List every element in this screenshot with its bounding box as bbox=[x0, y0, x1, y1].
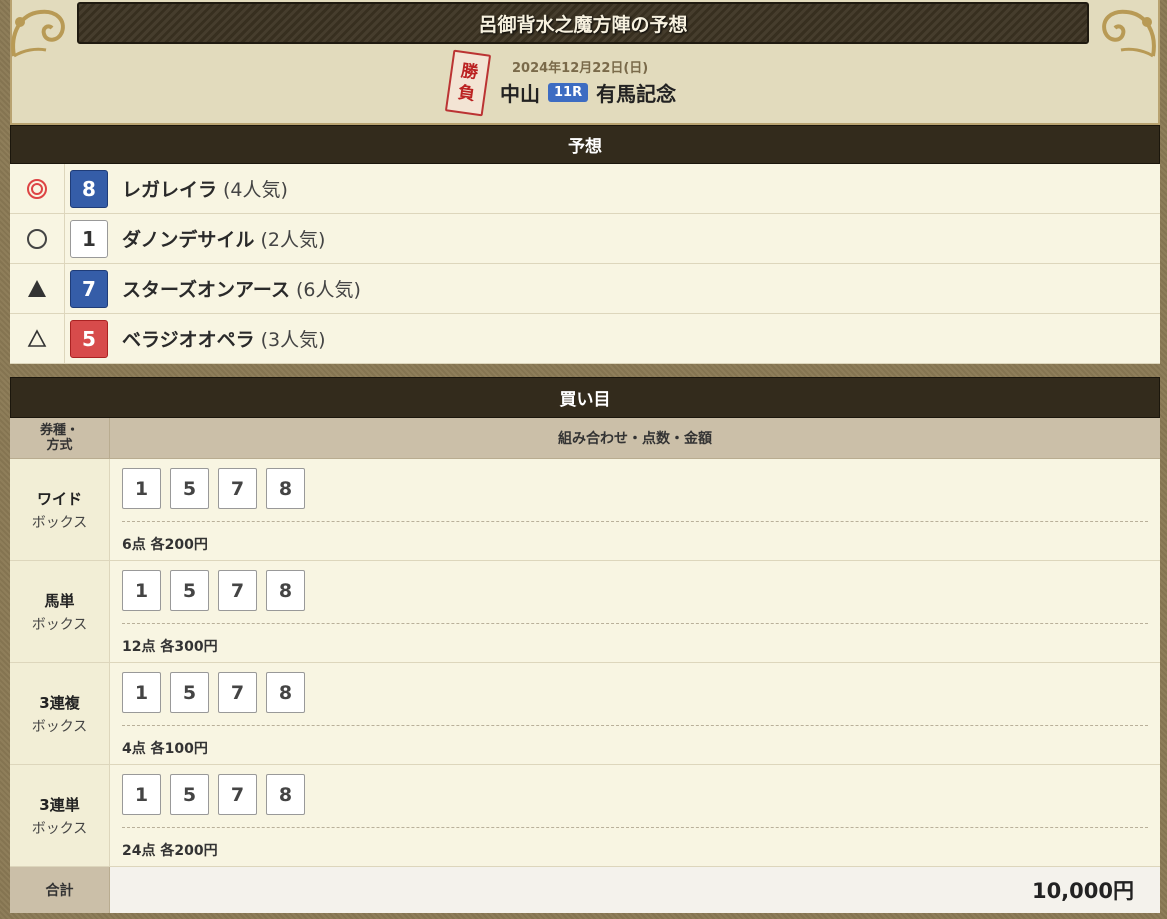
bet-method: ボックス bbox=[31, 820, 88, 837]
prediction-section-title: 予想 bbox=[568, 137, 602, 157]
bet-method: ボックス bbox=[31, 718, 88, 735]
divider bbox=[122, 725, 1148, 726]
bets-table-header: 券種・ 方式 組み合わせ・点数・金額 bbox=[10, 418, 1160, 459]
horse-name: ベラジオオペラ bbox=[122, 329, 255, 351]
horse-popularity: (6人気) bbox=[295, 279, 361, 301]
horse-name: ダノンデサイル bbox=[122, 229, 255, 251]
bet-amount: 6点 各200円 bbox=[122, 537, 208, 553]
bet-row: 3連単 ボックス 1 5 7 8 24点 各200円 bbox=[10, 765, 1160, 867]
bet-combination-cell: 1 5 7 8 4点 各100円 bbox=[110, 663, 1160, 764]
bet-type: 3連複 bbox=[39, 693, 80, 712]
combination-number: 7 bbox=[218, 672, 257, 713]
prediction-table: 8 レガレイラ (4人気) 1 ダノンデサイル (2人気) 7 スターズオンアー… bbox=[10, 164, 1160, 364]
combination-number: 1 bbox=[122, 774, 161, 815]
combination-number: 7 bbox=[218, 570, 257, 611]
stamp-char-2: 負 bbox=[456, 82, 477, 105]
corner-ornament-right-icon bbox=[1102, 9, 1156, 58]
double-circle-icon bbox=[27, 178, 47, 199]
combination-numbers: 1 5 7 8 bbox=[122, 468, 1148, 509]
prediction-row: 1 ダノンデサイル (2人気) bbox=[10, 214, 1160, 264]
bet-type-cell: 馬単 ボックス bbox=[10, 561, 110, 662]
circle-icon bbox=[27, 228, 47, 249]
combination-numbers: 1 5 7 8 bbox=[122, 672, 1148, 713]
bet-type-cell: 3連単 ボックス bbox=[10, 765, 110, 866]
bet-type: 馬単 bbox=[44, 591, 75, 610]
triangle-icon bbox=[27, 328, 47, 347]
bet-combination-cell: 1 5 7 8 12点 各300円 bbox=[110, 561, 1160, 662]
combination-column-header: 組み合わせ・点数・金額 bbox=[558, 431, 712, 447]
bet-type-column-header: 券種・ 方式 bbox=[10, 418, 110, 458]
bet-row: 馬単 ボックス 1 5 7 8 12点 各300円 bbox=[10, 561, 1160, 663]
race-line: 中山 11R 有馬記念 bbox=[500, 78, 676, 107]
prediction-row: 5 ベラジオオペラ (3人気) bbox=[10, 314, 1160, 364]
bet-type: 3連単 bbox=[39, 795, 80, 814]
filled-triangle-icon bbox=[28, 279, 46, 297]
combination-number: 7 bbox=[218, 774, 257, 815]
bet-row: ワイド ボックス 1 5 7 8 6点 各200円 bbox=[10, 459, 1160, 561]
combination-number: 8 bbox=[266, 672, 305, 713]
divider bbox=[122, 827, 1148, 828]
total-label: 合計 bbox=[10, 867, 110, 913]
combination-number: 5 bbox=[170, 570, 209, 611]
combination-number: 5 bbox=[170, 774, 209, 815]
bet-combination-cell: 1 5 7 8 24点 各200円 bbox=[110, 765, 1160, 866]
mark-cell bbox=[10, 314, 65, 363]
bet-method: ボックス bbox=[31, 514, 88, 531]
bet-type: ワイド bbox=[36, 489, 82, 508]
bets-table: 券種・ 方式 組み合わせ・点数・金額 ワイド ボックス 1 5 7 8 6点 各2… bbox=[10, 418, 1160, 913]
combination-number: 8 bbox=[266, 468, 305, 509]
bet-row: 3連複 ボックス 1 5 7 8 4点 各100円 bbox=[10, 663, 1160, 765]
corner-ornament-left-icon bbox=[11, 9, 65, 58]
stamp-char-1: 勝 bbox=[459, 61, 480, 84]
race-number-badge: 11R bbox=[548, 83, 589, 102]
mark-cell bbox=[10, 264, 65, 313]
mark-cell bbox=[10, 164, 65, 213]
horse-name: レガレイラ bbox=[122, 179, 218, 201]
race-venue: 中山 bbox=[500, 82, 540, 106]
prediction-section-header: 予想 bbox=[10, 125, 1160, 164]
page-title: 呂御背水之魔方陣の予想 bbox=[478, 13, 688, 36]
combination-number: 7 bbox=[218, 468, 257, 509]
bet-type-cell: ワイド ボックス bbox=[10, 459, 110, 560]
race-name: 有馬記念 bbox=[596, 82, 677, 106]
combination-numbers: 1 5 7 8 bbox=[122, 774, 1148, 815]
horse-number-badge: 1 bbox=[70, 219, 108, 258]
race-info: 勝 負 2024年12月22日(日) 中山 11R 有馬記念 bbox=[12, 49, 1158, 117]
combination-number: 5 bbox=[170, 468, 209, 509]
shoubu-stamp: 勝 負 bbox=[444, 49, 492, 117]
combination-number: 8 bbox=[266, 774, 305, 815]
horse-popularity: (2人気) bbox=[260, 229, 326, 251]
race-date: 2024年12月22日(日) bbox=[512, 61, 649, 76]
combination-number: 5 bbox=[170, 672, 209, 713]
horse-popularity: (3人気) bbox=[260, 329, 326, 351]
bet-amount: 24点 各200円 bbox=[122, 843, 218, 859]
bet-combination-cell: 1 5 7 8 6点 各200円 bbox=[110, 459, 1160, 560]
total-row: 合計 10,000円 bbox=[10, 867, 1160, 913]
divider bbox=[122, 623, 1148, 624]
horse-number-badge: 5 bbox=[70, 319, 108, 358]
divider bbox=[122, 521, 1148, 522]
horse-number-badge: 7 bbox=[70, 269, 108, 308]
horse-popularity: (4人気) bbox=[223, 179, 288, 201]
bet-amount: 12点 各300円 bbox=[122, 639, 218, 655]
mark-cell bbox=[10, 214, 65, 263]
bet-amount: 4点 各100円 bbox=[122, 741, 208, 757]
bets-section-title: 買い目 bbox=[559, 390, 611, 410]
prediction-row: 7 スターズオンアース (6人気) bbox=[10, 264, 1160, 314]
prediction-row: 8 レガレイラ (4人気) bbox=[10, 164, 1160, 214]
combination-number: 1 bbox=[122, 672, 161, 713]
horse-name: スターズオンアース bbox=[122, 279, 290, 301]
total-value: 10,000円 bbox=[110, 867, 1160, 913]
bet-type-cell: 3連複 ボックス bbox=[10, 663, 110, 764]
combination-number: 1 bbox=[122, 468, 161, 509]
combination-numbers: 1 5 7 8 bbox=[122, 570, 1148, 611]
horse-number-badge: 8 bbox=[70, 169, 108, 208]
bet-method: ボックス bbox=[31, 616, 88, 633]
combination-number: 8 bbox=[266, 570, 305, 611]
combination-number: 1 bbox=[122, 570, 161, 611]
bets-section-header: 買い目 bbox=[10, 377, 1160, 418]
page-title-bar: 呂御背水之魔方陣の予想 bbox=[77, 2, 1089, 44]
